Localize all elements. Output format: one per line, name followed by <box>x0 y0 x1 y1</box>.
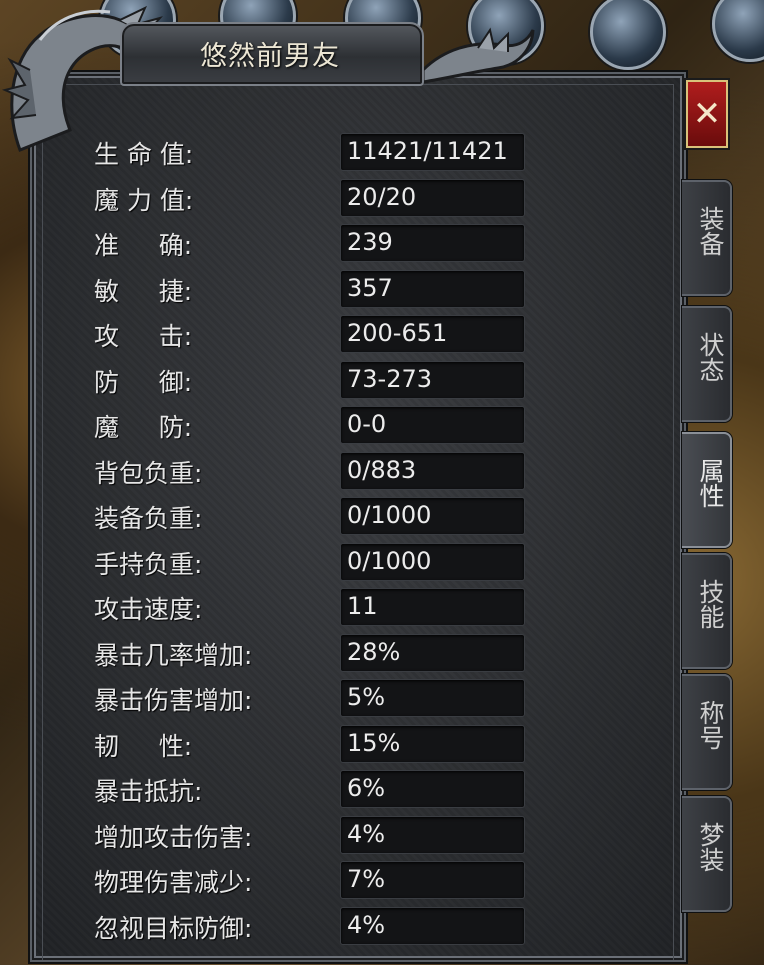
stat-value: 239 <box>347 228 393 256</box>
stat-label: 韧 性: <box>94 731 193 761</box>
stat-value: 0-0 <box>347 410 387 438</box>
stat-value: 0/1000 <box>347 546 432 575</box>
stat-value-box: 73-273 <box>340 360 525 399</box>
stat-value: 200-651 <box>347 319 448 347</box>
stat-row: 攻击速度: 11 <box>94 588 534 626</box>
tab-equipment[interactable]: 装备 <box>682 180 732 296</box>
stat-label: 攻击速度: <box>94 595 203 624</box>
stat-value-box: 4% <box>340 906 525 945</box>
stat-value-box: 15% <box>340 724 525 763</box>
stat-label: 魔 力 值: <box>94 185 194 215</box>
stat-row: 忽视目标防御: 4% <box>94 906 534 945</box>
stat-value: 7% <box>347 865 386 893</box>
stat-row: 攻 击: 200-651 <box>94 315 534 353</box>
tab-label: 状态 <box>696 332 725 382</box>
stat-value: 0/883 <box>347 455 417 484</box>
tab-label: 属性 <box>696 458 725 508</box>
stat-value-box: 11421/11421 <box>340 133 525 171</box>
stat-value: 4% <box>347 910 386 939</box>
stat-label: 增加攻击伤害: <box>94 822 253 852</box>
stat-value-box: 239 <box>340 224 525 262</box>
stat-row: 准 确: 239 <box>94 224 534 262</box>
stat-label: 暴击伤害增加: <box>94 686 253 715</box>
stat-row: 魔 力 值: 20/20 <box>94 178 534 217</box>
stat-value-box: 11 <box>340 588 525 626</box>
stat-value-box: 0/1000 <box>340 497 525 535</box>
stat-value-box: 7% <box>340 861 525 899</box>
stat-row: 暴击伤害增加: 5% <box>94 679 534 717</box>
stat-row: 魔 防: 0-0 <box>94 406 534 444</box>
stat-value: 5% <box>347 683 386 711</box>
stat-label: 物理伤害减少: <box>94 868 253 897</box>
dragon-ornament-icon <box>421 27 535 84</box>
tab-status[interactable]: 状态 <box>682 306 732 422</box>
stat-label: 准 确: <box>94 231 193 260</box>
skill-orb[interactable] <box>590 0 666 70</box>
stat-row: 暴击抵抗: 6% <box>94 770 534 808</box>
stat-value-box: 6% <box>340 770 525 808</box>
stat-value: 357 <box>347 273 393 302</box>
stat-row: 物理伤害减少: 7% <box>94 861 534 899</box>
stat-label: 魔 防: <box>94 413 193 442</box>
stat-value: 28% <box>347 637 401 666</box>
stat-value-box: 20/20 <box>340 178 525 217</box>
stat-value: 6% <box>347 774 386 802</box>
stat-row: 背包负重: 0/883 <box>94 451 534 490</box>
stat-row: 生 命 值: 11421/11421 <box>94 133 534 171</box>
stat-value-box: 0-0 <box>340 406 525 444</box>
stat-label: 防 御: <box>94 367 193 397</box>
stat-value: 15% <box>347 728 401 757</box>
tab-attributes[interactable]: 属性 <box>682 432 732 548</box>
stat-row: 装备负重: 0/1000 <box>94 497 534 535</box>
stat-row: 敏 捷: 357 <box>94 269 534 308</box>
stat-label: 暴击几率增加: <box>94 640 253 670</box>
stat-value: 73-273 <box>347 364 433 393</box>
skill-orb[interactable] <box>712 0 764 62</box>
stat-label: 手持负重: <box>94 549 203 579</box>
stat-row: 韧 性: 15% <box>94 724 534 763</box>
tab-label: 称号 <box>696 700 725 750</box>
stat-value-box: 5% <box>340 679 525 717</box>
stat-row: 防 御: 73-273 <box>94 360 534 399</box>
stat-row: 手持负重: 0/1000 <box>94 542 534 581</box>
stat-value: 4% <box>347 819 386 848</box>
stat-value-box: 28% <box>340 633 525 672</box>
window-title: 悠然前男友 <box>200 41 340 72</box>
stat-value-box: 0/1000 <box>340 542 525 581</box>
tab-titles[interactable]: 称号 <box>682 674 732 790</box>
tab-label: 装备 <box>696 206 725 256</box>
stat-label: 忽视目标防御: <box>94 913 253 943</box>
stat-value: 20/20 <box>347 182 417 211</box>
stat-label: 装备负重: <box>94 504 203 533</box>
stat-label: 背包负重: <box>94 458 203 488</box>
stat-value-box: 357 <box>340 269 525 308</box>
stat-value: 11421/11421 <box>347 137 508 165</box>
stat-row: 增加攻击伤害: 4% <box>94 815 534 854</box>
tab-dream-gear[interactable]: 梦装 <box>682 796 732 912</box>
stat-value-box: 0/883 <box>340 451 525 490</box>
tab-label: 技能 <box>696 579 725 629</box>
close-icon: ✕ <box>692 94 722 134</box>
stat-value: 11 <box>347 592 378 620</box>
stat-label: 生 命 值: <box>94 140 194 169</box>
stat-label: 敏 捷: <box>94 276 193 306</box>
tab-skills[interactable]: 技能 <box>682 553 732 669</box>
stat-value-box: 200-651 <box>340 315 525 353</box>
tab-label: 梦装 <box>696 822 725 872</box>
close-button[interactable]: ✕ <box>686 80 728 148</box>
stat-value-box: 4% <box>340 815 525 854</box>
stat-value: 0/1000 <box>347 501 432 529</box>
stat-label: 攻 击: <box>94 322 193 351</box>
stat-row: 暴击几率增加: 28% <box>94 633 534 672</box>
stat-label: 暴击抵抗: <box>94 777 203 806</box>
